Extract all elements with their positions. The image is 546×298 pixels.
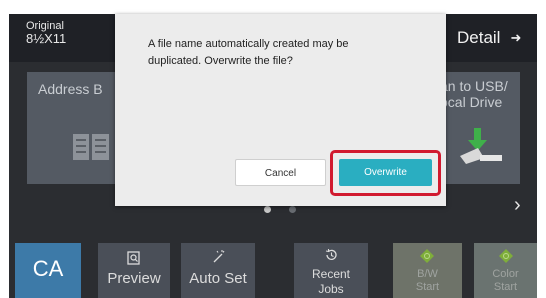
dialog-message-line1: A file name automatically created may be <box>148 38 349 50</box>
bottom-bar: CA Preview Auto Set Recent Jobs B/W Star… <box>9 240 537 298</box>
color-start-button[interactable]: Color Start <box>474 243 537 298</box>
dialog-message-line2: duplicated. Overwrite the file? <box>148 55 293 67</box>
scan-to-usb-line1: an to USB/ <box>440 78 508 94</box>
auto-set-icon <box>213 250 225 263</box>
auto-set-button[interactable]: Auto Set <box>181 243 255 298</box>
dialog-message: A file name automatically created may be… <box>148 36 413 70</box>
recent-jobs-line1: Recent <box>311 267 351 281</box>
overwrite-button[interactable]: Overwrite <box>339 159 432 186</box>
scan-to-usb-label: an to USB/ ocal Drive <box>440 78 508 110</box>
preview-icon <box>127 251 140 265</box>
page-indicator-active <box>264 206 271 213</box>
preview-button[interactable]: Preview <box>98 243 170 298</box>
start-diamond-icon <box>420 249 434 263</box>
history-icon <box>325 249 337 260</box>
detail-button[interactable]: Detail ➜ <box>457 28 521 48</box>
start-diamond-icon <box>499 249 513 263</box>
address-book-label: Address B <box>38 81 103 97</box>
recent-jobs-line2: Jobs <box>318 282 344 296</box>
cancel-button[interactable]: Cancel <box>235 159 326 186</box>
detail-label: Detail <box>457 28 501 47</box>
bw-start-line1: B/W <box>417 268 438 280</box>
original-size-indicator[interactable]: Original 8½X11 <box>26 20 66 45</box>
color-start-line2: Start <box>493 281 518 293</box>
auto-set-label: Auto Set <box>189 270 247 287</box>
chevron-right-icon[interactable]: › <box>514 194 521 217</box>
color-start-line1: Color <box>492 268 519 280</box>
paper-size-value: 8½X11 <box>26 31 67 46</box>
bw-start-line2: Start <box>415 281 440 293</box>
scan-to-usb-line2: ocal Drive <box>440 94 503 110</box>
recent-jobs-button[interactable]: Recent Jobs <box>294 243 368 298</box>
address-book-icon <box>73 134 109 160</box>
usb-drive-icon <box>460 128 502 164</box>
bw-start-button[interactable]: B/W Start <box>393 243 462 298</box>
preview-label: Preview <box>107 270 161 287</box>
clear-all-button[interactable]: CA <box>15 243 81 298</box>
page-indicator <box>289 206 296 213</box>
overwrite-confirm-dialog: A file name automatically created may be… <box>115 14 446 206</box>
clear-all-label: CA <box>32 256 64 281</box>
arrow-right-icon: ➜ <box>510 30 522 45</box>
